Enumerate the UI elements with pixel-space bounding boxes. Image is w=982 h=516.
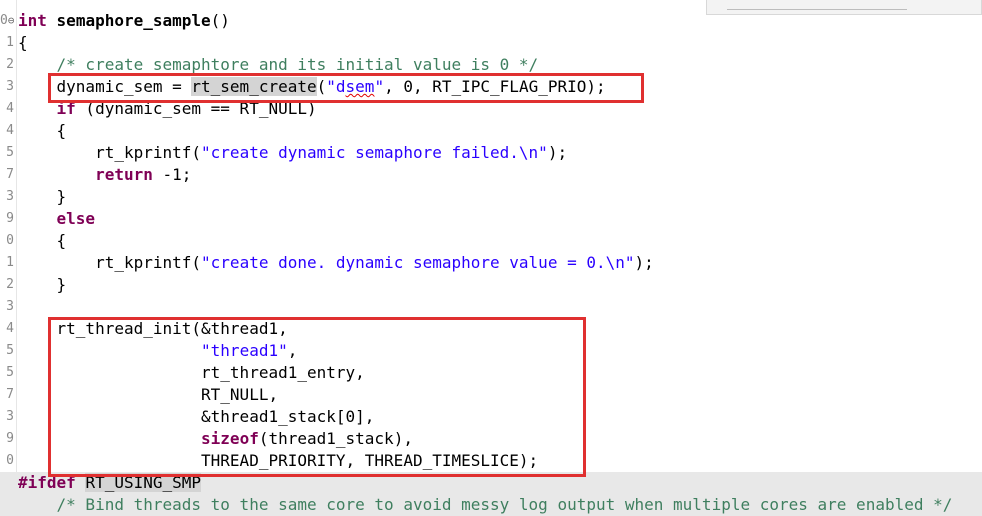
line-number: 0 <box>6 233 14 248</box>
code-token: /* create semaphtore and its initial val… <box>56 55 539 74</box>
line-number: 9 <box>6 211 14 226</box>
line-number: 2 <box>6 277 14 292</box>
line-number: 5 <box>6 145 14 160</box>
line-number: 3 <box>6 189 14 204</box>
code-token: /* Bind threads to the same core to avoi… <box>56 495 953 514</box>
line-number: 4 <box>6 321 14 336</box>
code-text[interactable]: else <box>18 208 96 230</box>
code-text[interactable]: return -1; <box>18 164 191 186</box>
code-token: semaphore_sample <box>56 11 211 30</box>
code-text[interactable]: /* Bind threads to the same core to avoi… <box>18 494 953 516</box>
code-line: 3 } <box>0 186 982 208</box>
code-line: 9 else <box>0 208 982 230</box>
code-text[interactable]: { <box>18 230 67 252</box>
line-number: 0 <box>6 453 14 468</box>
code-token: { <box>18 121 67 140</box>
code-text[interactable]: rt_kprintf("create dynamic semaphore fai… <box>18 142 567 164</box>
highlight-box-thread-init <box>48 317 586 477</box>
code-text[interactable]: } <box>18 186 67 208</box>
line-number: 3 <box>6 79 14 94</box>
code-line: 5 rt_kprintf("create dynamic semaphore f… <box>0 142 982 164</box>
line-number: 3 <box>6 299 14 314</box>
code-line: 0⊖ int semaphore_sample() <box>0 10 982 32</box>
code-editor[interactable]: 0⊖ int semaphore_sample() 1{2 /* create se… <box>0 0 982 516</box>
code-token: rt_kprintf( <box>18 253 202 272</box>
code-token: return <box>95 165 153 184</box>
line-number: 3 <box>6 409 14 424</box>
fold-icon[interactable]: ⊖ <box>8 14 14 27</box>
line-number: 0⊖ <box>0 13 14 28</box>
code-line: 1 rt_kprintf("create done. dynamic semap… <box>0 252 982 274</box>
code-line: 3 <box>0 296 982 318</box>
code-line: 4 { <box>0 120 982 142</box>
code-line: 0 { <box>0 230 982 252</box>
code-text[interactable]: { <box>18 120 67 142</box>
line-number: 5 <box>6 365 14 380</box>
code-token: else <box>56 209 96 228</box>
line-number: 4 <box>6 123 14 138</box>
code-line: 2 } <box>0 274 982 296</box>
line-number: 1 <box>6 255 14 270</box>
code-token: rt_kprintf( <box>18 143 202 162</box>
code-token: int <box>18 11 47 30</box>
line-number <box>0 494 14 516</box>
line-number: 2 <box>6 57 14 72</box>
code-text[interactable]: { <box>18 32 28 54</box>
code-line: 7 return -1; <box>0 164 982 186</box>
code-text[interactable]: int semaphore_sample() <box>18 10 230 32</box>
line-number: 9 <box>6 431 14 446</box>
code-text[interactable]: } <box>18 274 67 296</box>
line-number <box>0 472 14 494</box>
code-token: ); <box>547 143 568 162</box>
line-number: 7 <box>6 167 14 182</box>
code-token: () <box>210 11 230 30</box>
code-token: -1; <box>152 165 192 184</box>
highlight-box-sem-create <box>48 73 644 103</box>
code-text[interactable]: rt_kprintf("create done. dynamic semapho… <box>18 252 654 274</box>
line-number: 1 <box>6 35 14 50</box>
code-token: "create done. dynamic semaphore value = … <box>201 253 635 272</box>
line-number: 5 <box>6 343 14 358</box>
code-token: "create dynamic semaphore failed.\n" <box>201 143 548 162</box>
code-token: { <box>18 231 67 250</box>
line-number: 4 <box>6 101 14 116</box>
code-token: ); <box>634 253 654 272</box>
code-token: { <box>18 33 28 52</box>
line-number: 7 <box>6 387 14 402</box>
code-token: } <box>18 187 67 206</box>
code-line: /* Bind threads to the same core to avoi… <box>0 494 982 516</box>
code-token: } <box>18 275 67 294</box>
code-line: 1{ <box>0 32 982 54</box>
